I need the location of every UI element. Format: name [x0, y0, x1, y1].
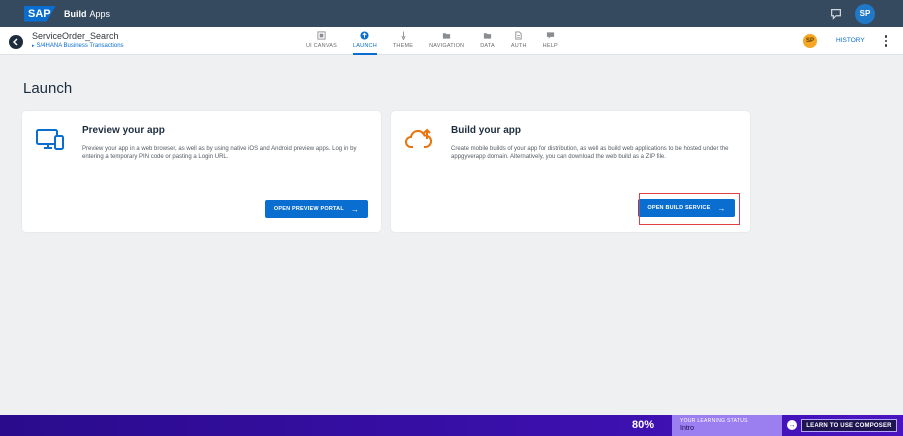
button-label: OPEN BUILD SERVICE — [647, 205, 711, 211]
more-options-button[interactable] — [883, 34, 889, 48]
arrow-right-icon: → — [717, 203, 726, 213]
tab-data[interactable]: DATA — [480, 27, 495, 55]
app-header: ServiceOrder_Search ▸ S/4HANA Business Tr… — [0, 27, 903, 55]
tab-label: THEME — [392, 43, 414, 49]
shell-actions: SP — [829, 3, 875, 24]
page-title: Launch — [23, 80, 73, 97]
history-button[interactable]: HISTORY — [836, 37, 865, 44]
learning-status-value: Intro — [680, 425, 695, 432]
feedback-icon[interactable] — [829, 7, 843, 21]
tab-label: DATA — [480, 43, 495, 49]
learning-status-bar: 80% YOUR LEARNING STATUS Intro → LEARN T… — [0, 415, 903, 436]
learning-status: YOUR LEARNING STATUS Intro — [672, 415, 782, 436]
tab-launch[interactable]: LAUNCH — [353, 27, 377, 55]
editor-tabs: UI CANVAS LAUNCH THEME NAVIGATION DATA A… — [306, 27, 574, 55]
launch-icon — [360, 31, 370, 40]
build-card-description: Create mobile builds of your app for dis… — [451, 146, 729, 160]
document-icon — [515, 31, 522, 40]
tab-label: UI CANVAS — [306, 43, 338, 49]
devices-icon — [36, 129, 64, 150]
back-arrow-icon — [12, 38, 18, 46]
collaborator-badge[interactable]: SP — [803, 34, 817, 48]
tab-label: AUTH — [510, 43, 527, 49]
build-card: Build your app Create mobile builds of y… — [391, 111, 750, 232]
shell-bar: SAP Build Apps SP — [0, 0, 903, 27]
product-title-light: Apps — [89, 8, 111, 19]
tab-label: NAVIGATION — [429, 43, 465, 49]
learn-to-use-composer-button[interactable]: LEARN TO USE COMPOSER — [801, 419, 897, 432]
learning-status-label: YOUR LEARNING STATUS — [680, 418, 748, 424]
caret-right-icon: ▸ — [32, 43, 35, 49]
product-title: Build Apps — [64, 9, 110, 19]
product-title-bold: Build — [64, 8, 87, 19]
preview-card-description: Preview your app in a web browser, as we… — [82, 146, 357, 160]
more-dot — [884, 44, 888, 47]
back-button[interactable] — [9, 35, 23, 49]
build-card-title: Build your app — [451, 125, 521, 136]
tab-auth[interactable]: AUTH — [511, 27, 527, 55]
more-dot — [884, 39, 888, 43]
arrow-right-icon[interactable]: → — [787, 420, 797, 430]
open-build-service-button[interactable]: OPEN BUILD SERVICE → — [638, 199, 735, 217]
button-label: OPEN PREVIEW PORTAL — [273, 206, 344, 212]
project-name: ServiceOrder_Search — [32, 31, 119, 41]
sap-logo: SAP — [24, 5, 56, 22]
learning-percent: 80% — [632, 419, 655, 431]
brush-icon — [400, 31, 406, 40]
cloud-upload-icon — [405, 128, 432, 148]
canvas-icon — [317, 31, 326, 40]
project-subtitle[interactable]: ▸ S/4HANA Business Transactions — [32, 43, 124, 49]
tab-label: LAUNCH — [353, 43, 377, 49]
arrow-right-icon: → — [350, 204, 360, 214]
project-subtitle-text: S/4HANA Business Transactions — [36, 43, 124, 49]
user-avatar[interactable]: SP — [855, 3, 875, 24]
chat-icon — [546, 32, 554, 39]
preview-card-title: Preview your app — [82, 125, 165, 136]
tab-theme[interactable]: THEME — [393, 27, 413, 55]
open-preview-portal-button[interactable]: OPEN PREVIEW PORTAL → — [265, 200, 368, 218]
folder-icon — [443, 33, 451, 39]
tab-ui-canvas[interactable]: UI CANVAS — [306, 27, 337, 55]
folder-icon — [483, 33, 492, 39]
preview-card: Preview your app Preview your app in a w… — [22, 111, 381, 232]
tab-navigation[interactable]: NAVIGATION — [429, 27, 464, 55]
tab-help[interactable]: HELP — [543, 27, 558, 55]
tab-label: HELP — [542, 43, 558, 49]
more-dot — [884, 35, 888, 38]
